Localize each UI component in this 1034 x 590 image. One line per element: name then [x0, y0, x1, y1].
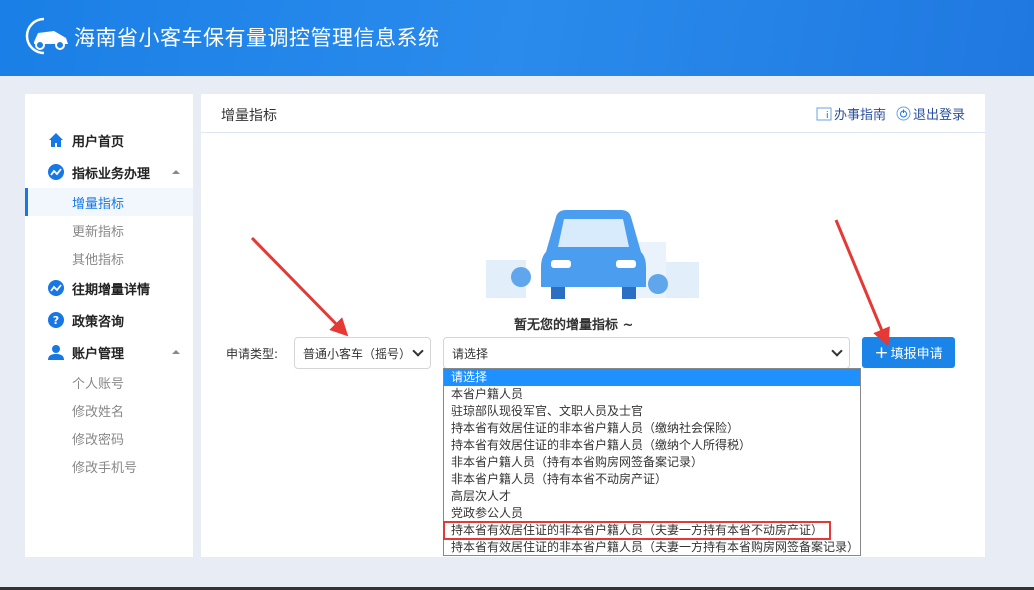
- type-label: 申请类型:: [226, 347, 279, 361]
- panel-header: 增量指标 i 办事指南 退出登录: [201, 94, 985, 133]
- application-type-select[interactable]: 普通小客车（摇号）: [294, 337, 431, 369]
- sidebar-item-label: 账户管理: [72, 346, 125, 362]
- applicant-category-select[interactable]: 请选择: [443, 337, 850, 369]
- car-logo-icon: [25, 17, 68, 55]
- caret-up-icon: [172, 350, 180, 354]
- caret-up-icon: [172, 170, 180, 174]
- logout-link[interactable]: 退出登录: [896, 104, 965, 123]
- power-icon: [896, 106, 911, 121]
- sidebar-item-home[interactable]: 用户首页: [25, 126, 193, 154]
- submit-application-button[interactable]: + 填报申请: [862, 337, 955, 368]
- sidebar-item-quota-business[interactable]: 指标业务办理: [25, 158, 193, 186]
- sidebar-item-other-quota[interactable]: 其他指标: [25, 244, 193, 272]
- dropdown-option-highlighted[interactable]: 持本省有效居住证的非本省户籍人员（夫妻一方持有本省不动房产证）: [443, 521, 831, 540]
- guide-link[interactable]: i 办事指南: [816, 104, 886, 123]
- sidebar-item-increment-quota[interactable]: 增量指标: [25, 188, 193, 216]
- dropdown-option[interactable]: 请选择: [444, 369, 860, 386]
- plus-icon: +: [874, 342, 889, 363]
- sidebar-item-history[interactable]: 往期增量详情: [25, 274, 193, 302]
- sidebar-item-label: 用户首页: [72, 134, 125, 150]
- sidebar-item-label: 修改手机号: [72, 460, 138, 476]
- trend-icon: [48, 164, 64, 180]
- dropdown-option[interactable]: 持本省有效居住证的非本省户籍人员（夫妻一方持有本省购房网签备案记录）: [444, 539, 860, 556]
- sidebar-item-label: 指标业务办理: [72, 166, 151, 182]
- logout-label: 退出登录: [912, 108, 965, 123]
- book-icon: i: [816, 107, 832, 121]
- dropdown-option[interactable]: 非本省户籍人员（持有本省不动房产证）: [444, 471, 860, 488]
- dropdown-option[interactable]: 党政参公人员: [444, 505, 860, 522]
- sidebar-item-label: 其他指标: [72, 252, 125, 268]
- guide-label: 办事指南: [833, 108, 886, 123]
- sidebar-item-change-password[interactable]: 修改密码: [25, 424, 193, 452]
- sidebar: 用户首页 指标业务办理 增量指标 更新指标 其他指标 往期增量详情 ? 政策咨询…: [25, 94, 193, 557]
- sidebar-item-label: 往期增量详情: [72, 282, 151, 298]
- sidebar-item-label: 增量指标: [72, 196, 125, 212]
- sidebar-item-renew-quota[interactable]: 更新指标: [25, 216, 193, 244]
- sidebar-item-label: 更新指标: [72, 224, 125, 240]
- select-value: 请选择: [452, 346, 489, 361]
- dropdown-option[interactable]: 高层次人才: [444, 488, 860, 505]
- sidebar-item-label: 修改密码: [72, 432, 125, 448]
- category-dropdown-list: 请选择 本省户籍人员 驻琼部队现役军官、文职人员及士官 持本省有效居住证的非本省…: [443, 368, 861, 556]
- chevron-down-icon: [831, 345, 843, 357]
- dropdown-option[interactable]: 驻琼部队现役军官、文职人员及士官: [444, 403, 860, 420]
- app-title: 海南省小客车保有量调控管理信息系统: [74, 26, 440, 50]
- dropdown-option[interactable]: 非本省户籍人员（持有本省购房网签备案记录）: [444, 454, 860, 471]
- sidebar-item-policy[interactable]: ? 政策咨询: [25, 306, 193, 334]
- sidebar-item-change-name[interactable]: 修改姓名: [25, 396, 193, 424]
- sidebar-item-label: 修改姓名: [72, 404, 125, 420]
- sidebar-item-account[interactable]: 账户管理: [25, 338, 193, 366]
- empty-state-text: 暂无您的增量指标 ~: [514, 318, 634, 333]
- user-icon: [48, 345, 64, 360]
- svg-text:?: ?: [53, 314, 59, 327]
- dropdown-option[interactable]: 持本省有效居住证的非本省户籍人员（缴纳个人所得税）: [444, 437, 860, 454]
- sidebar-item-personal-account[interactable]: 个人账号: [25, 368, 193, 396]
- select-value: 普通小客车（摇号）: [303, 346, 412, 361]
- dropdown-option[interactable]: 本省户籍人员: [444, 386, 860, 403]
- empty-car-illustration: [486, 210, 699, 299]
- question-icon: ?: [48, 312, 64, 328]
- home-icon: [49, 133, 63, 147]
- svg-text:i: i: [826, 111, 829, 121]
- dropdown-option[interactable]: 持本省有效居住证的非本省户籍人员（缴纳社会保险）: [444, 420, 860, 437]
- sidebar-item-label: 个人账号: [72, 376, 125, 392]
- trend-icon: [48, 280, 64, 296]
- sidebar-item-label: 政策咨询: [72, 314, 125, 330]
- button-label: 填报申请: [890, 347, 943, 362]
- page-title: 增量指标: [221, 108, 277, 124]
- app-header: 海南省小客车保有量调控管理信息系统: [0, 0, 1034, 76]
- sidebar-item-change-phone[interactable]: 修改手机号: [25, 452, 193, 480]
- chevron-down-icon: [412, 345, 424, 357]
